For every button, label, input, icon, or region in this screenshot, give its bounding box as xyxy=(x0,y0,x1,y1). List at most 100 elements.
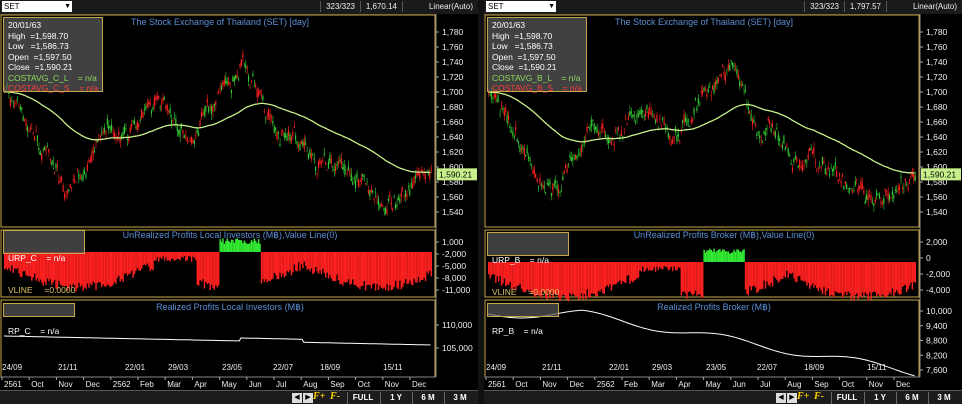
candle-body xyxy=(502,107,504,111)
info-low: Low =1,586.73 xyxy=(492,41,553,51)
unrealized-bar xyxy=(602,262,604,294)
unrealized-bar xyxy=(913,262,915,282)
candle-body xyxy=(549,180,551,185)
candle-body xyxy=(634,121,637,123)
scale-mode[interactable]: Linear(Auto) xyxy=(886,1,960,12)
unrealized-bar xyxy=(310,252,313,269)
candle-body xyxy=(160,103,163,105)
candle-body xyxy=(91,155,93,162)
range-1y-button[interactable]: 1 Y xyxy=(380,392,411,404)
scroll-right-icon[interactable]: ▶ xyxy=(303,393,313,403)
unrealized-bar xyxy=(771,262,774,287)
range-full-button[interactable]: FULL xyxy=(347,392,378,404)
unrealized-bar xyxy=(573,262,576,296)
unrealized-bar xyxy=(152,252,154,271)
unrealized-bar xyxy=(716,250,718,262)
scroll-left-icon[interactable]: ◀ xyxy=(292,393,302,403)
candle-body xyxy=(586,126,588,132)
candle-body xyxy=(300,140,302,144)
candle-body xyxy=(600,126,602,130)
unrealized-legend: URP_C = n/a VLINE =0.0000 xyxy=(3,230,85,295)
unrealized-bar xyxy=(106,252,109,285)
unrealized-bar xyxy=(422,252,424,280)
x-date-label: 23/05 xyxy=(706,363,727,372)
candle-body xyxy=(357,179,359,186)
candle-body xyxy=(774,130,776,138)
unrealized-bar xyxy=(336,252,338,275)
unrealized-bar xyxy=(677,262,680,268)
unrealized-bar xyxy=(165,252,167,258)
unrealized-bar xyxy=(202,252,204,280)
unrealized-bar xyxy=(334,252,337,281)
range-3m-button[interactable]: 3 M xyxy=(444,392,475,404)
candle-body xyxy=(330,158,332,163)
unrealized-bar xyxy=(886,262,888,297)
candle-body xyxy=(727,64,729,70)
unrealized-bar xyxy=(293,252,296,265)
candle-body xyxy=(870,195,872,201)
zoom-in-button[interactable]: F+ xyxy=(797,391,809,402)
unrealized-bar xyxy=(751,262,754,287)
zoom-out-button[interactable]: F- xyxy=(330,391,340,402)
candle-body xyxy=(202,112,204,116)
candle-body xyxy=(193,140,195,144)
unrealized-bar xyxy=(206,252,209,285)
unrealized-bar xyxy=(636,262,638,279)
unrealized-bar xyxy=(709,248,711,262)
unrealized-bar xyxy=(749,262,751,287)
unrealized-bar xyxy=(216,252,218,288)
candle-body xyxy=(63,193,66,199)
symbol-select[interactable]: SET ▼ xyxy=(486,1,556,12)
unrealized-bar xyxy=(864,262,867,293)
unrealized-bar xyxy=(804,262,807,282)
unrealized-bar xyxy=(125,252,127,274)
candle-body xyxy=(546,183,548,184)
candle-body xyxy=(783,135,785,144)
candle-body xyxy=(276,132,278,140)
unrealized-bar xyxy=(180,252,183,257)
unrealized-bar xyxy=(791,262,794,273)
candle-body xyxy=(25,121,27,127)
unrealized-bar xyxy=(667,262,670,271)
price-tick-label: 1,540 xyxy=(442,207,464,217)
zoom-out-button[interactable]: F- xyxy=(814,391,824,402)
candle-body xyxy=(359,183,361,185)
candle-body xyxy=(32,132,34,134)
unrealized-bar xyxy=(644,262,647,271)
price-tick-label: 1,660 xyxy=(442,117,464,127)
unrealized-bar xyxy=(585,262,587,300)
candle-body xyxy=(166,105,168,111)
candle-body xyxy=(130,123,133,127)
unrealized-bar xyxy=(643,262,645,272)
range-3m-button[interactable]: 3 M xyxy=(928,392,959,404)
candle-body xyxy=(660,124,662,126)
candle-body xyxy=(416,172,418,177)
candle-body xyxy=(652,113,654,115)
zoom-in-button[interactable]: F+ xyxy=(313,391,325,402)
candle-body xyxy=(120,134,123,138)
range-6m-button[interactable]: 6 M xyxy=(896,392,927,404)
range-1y-button[interactable]: 1 Y xyxy=(864,392,895,404)
unrealized-bar xyxy=(657,262,660,271)
scroll-left-icon[interactable]: ◀ xyxy=(776,393,786,403)
unrealized-bar xyxy=(86,252,89,284)
range-full-button[interactable]: FULL xyxy=(831,392,862,404)
scale-mode[interactable]: Linear(Auto) xyxy=(402,1,476,12)
range-6m-button[interactable]: 6 M xyxy=(412,392,443,404)
unrealized-bar xyxy=(710,249,712,262)
candle-body xyxy=(876,191,878,197)
symbol-select[interactable]: SET ▼ xyxy=(2,1,72,12)
unrealized-bar xyxy=(227,240,230,252)
candle-body xyxy=(854,181,856,186)
scroll-right-icon[interactable]: ▶ xyxy=(787,393,797,403)
unrealized-bar xyxy=(133,252,136,275)
unrealized-bar xyxy=(99,252,102,283)
unrealized-bar xyxy=(596,262,598,297)
unrealized-bar xyxy=(650,262,653,271)
candle-body xyxy=(59,180,61,182)
cost-average-line xyxy=(3,91,431,174)
candle-body xyxy=(799,159,801,167)
unrealized-bar xyxy=(208,252,210,284)
x-month-label: Aug xyxy=(787,380,801,389)
candle-body xyxy=(35,129,37,131)
